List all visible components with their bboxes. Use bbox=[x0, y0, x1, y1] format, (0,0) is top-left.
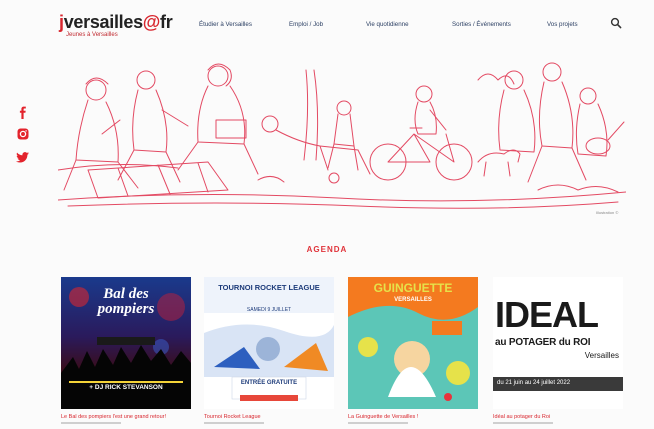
search-icon[interactable] bbox=[610, 17, 622, 29]
facebook-icon[interactable] bbox=[16, 106, 30, 120]
logo-tagline: Jeunes à Versailles bbox=[66, 32, 118, 38]
event-card[interactable]: GUINGUETTE VERSAILLES bbox=[348, 277, 478, 409]
twitter-icon[interactable] bbox=[16, 150, 30, 164]
poster-line: au POTAGER du ROI bbox=[495, 337, 591, 348]
caption-subline bbox=[204, 422, 264, 424]
page: jversailles@fr Jeunes à Versailles Étudi… bbox=[0, 0, 654, 429]
hero-illustration bbox=[58, 62, 626, 209]
poster-line: ENTRÉE GRATUITE bbox=[240, 380, 298, 386]
poster-line: Versailles bbox=[584, 351, 619, 360]
nav-vos-projets[interactable]: Vos projets bbox=[547, 21, 578, 28]
event-card[interactable]: Bal des pompiers + DJ RICK STEVANSON bbox=[61, 277, 191, 409]
logo-at-icon: @ bbox=[142, 12, 161, 32]
logo-tld: fr bbox=[160, 12, 173, 32]
hero-credit: Illustration © bbox=[596, 210, 619, 215]
poster-line: du 21 juin au 24 juillet 2022 bbox=[497, 380, 571, 386]
event-caption[interactable]: Idéal au potager du Roi bbox=[493, 414, 550, 420]
poster-line: SAMEDI 9 JUILLET bbox=[246, 307, 292, 313]
nav-etudier[interactable]: Étudier à Versailles bbox=[199, 21, 252, 28]
event-caption[interactable]: La Guinguette de Versailles ! bbox=[348, 414, 418, 420]
caption-subline bbox=[61, 422, 121, 424]
nav-sorties[interactable]: Sorties / Événements bbox=[452, 21, 511, 28]
nav-emploi[interactable]: Emploi / Job bbox=[289, 21, 323, 28]
site-header: jversailles@fr Jeunes à Versailles Étudi… bbox=[0, 0, 654, 46]
poster-line: VERSAILLES bbox=[394, 297, 432, 303]
event-caption[interactable]: Le Bal des pompiers l'est une grand reto… bbox=[61, 414, 166, 420]
poster-title: GUINGUETTE bbox=[373, 281, 453, 295]
logo-main-text: versailles bbox=[63, 12, 143, 32]
event-caption[interactable]: Tournoi Rocket League bbox=[204, 414, 261, 420]
agenda-title: AGENDA bbox=[306, 245, 348, 254]
poster-line: + DJ RICK STEVANSON bbox=[89, 384, 163, 391]
caption-subline bbox=[493, 422, 553, 424]
site-logo[interactable]: jversailles@fr Jeunes à Versailles bbox=[59, 12, 173, 38]
nav-vie-quotidienne[interactable]: Vie quotidienne bbox=[366, 21, 409, 28]
poster-title: IDEAL bbox=[495, 294, 599, 335]
instagram-icon[interactable] bbox=[16, 127, 30, 141]
poster-title: TOURNOI ROCKET LEAGUE bbox=[218, 283, 320, 292]
caption-subline bbox=[348, 422, 408, 424]
event-card[interactable]: TOURNOI ROCKET LEAGUE SAMEDI 9 JUILLET E… bbox=[204, 277, 334, 409]
poster-title: Bal des pompiers bbox=[97, 286, 155, 317]
event-card[interactable]: IDEAL au POTAGER du ROI Versailles du 21… bbox=[493, 277, 623, 409]
poster-rocket-league bbox=[204, 277, 334, 401]
